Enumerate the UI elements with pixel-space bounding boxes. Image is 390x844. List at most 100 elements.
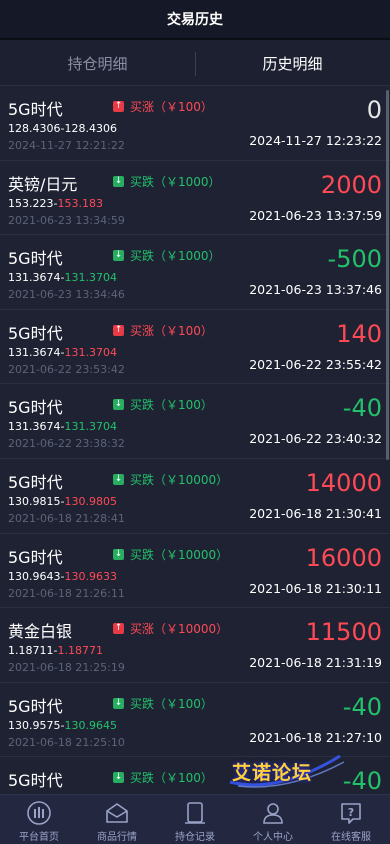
history-record-row[interactable]: 5G时代 ↓ 买跌（￥10000） 130.9815-130.9805 2021-06-… bbox=[0, 458, 390, 534]
open-time: 2021-06-18 21:28:41 bbox=[8, 511, 125, 525]
product-name: 5G时代 bbox=[8, 771, 63, 791]
arrow-up-icon: ↑ bbox=[113, 101, 124, 112]
tab-home[interactable]: 平台首页 bbox=[0, 795, 78, 844]
watermark-text: 艾诺论坛 bbox=[232, 762, 313, 784]
tab-user-center[interactable]: 个人中心 bbox=[234, 795, 312, 844]
tab-online-service[interactable]: ? 在线客服 bbox=[312, 795, 390, 844]
trade-direction-label: 买跌（￥100） bbox=[130, 696, 213, 711]
page-title: 交易历史 bbox=[167, 12, 223, 28]
profit-amount: 16000 bbox=[305, 543, 382, 572]
tab-positions[interactable]: 持仓明细 bbox=[0, 42, 195, 85]
trade-direction-label: 买跌（￥100） bbox=[130, 398, 213, 413]
profit-amount: -40 bbox=[342, 692, 382, 721]
price-range: 131.3674-131.3704 bbox=[8, 346, 117, 359]
trade-direction: ↓ 买跌（￥100） bbox=[113, 396, 213, 413]
history-record-row[interactable]: 5G时代 ↓ 买跌（￥100） 130.9575-130.9645 2021-06-18… bbox=[0, 682, 390, 758]
arrow-down-icon: ↓ bbox=[113, 250, 124, 262]
profit-amount: 11500 bbox=[305, 618, 382, 647]
price-range: 131.3674-131.3704 bbox=[8, 271, 117, 284]
open-time: 2024-11-27 12:21:22 bbox=[8, 139, 125, 152]
product-name: 5G时代 bbox=[8, 472, 63, 492]
profit-amount: 0 bbox=[366, 96, 382, 124]
tab-history[interactable]: 历史明细 bbox=[195, 42, 390, 85]
scrollbar[interactable] bbox=[386, 90, 389, 460]
tab-market[interactable]: 商品行情 bbox=[78, 795, 156, 844]
tab-divider bbox=[195, 52, 196, 76]
product-name: 5G时代 bbox=[8, 100, 63, 119]
open-price: 131.3674 bbox=[8, 420, 61, 434]
close-price: 131.3704 bbox=[64, 420, 117, 434]
open-time: 2021-06-18 21:25:19 bbox=[8, 661, 125, 675]
close-time: 2021-06-18 21:31:19 bbox=[249, 655, 382, 671]
history-record-row[interactable]: 黄金白银 ↑ 买涨（￥10000） 1.18711-1.18771 2021-06-18… bbox=[0, 608, 390, 683]
close-time: 2021-06-18 21:27:10 bbox=[249, 729, 382, 745]
trade-direction-label: 买跌（￥100） bbox=[130, 771, 213, 786]
tab-user-center-label: 个人中心 bbox=[253, 832, 293, 843]
open-price: 130.9815 bbox=[8, 494, 61, 508]
trade-direction: ↓ 买跌（￥10000） bbox=[113, 471, 228, 488]
market-icon bbox=[106, 803, 128, 823]
open-price: 131.3674 bbox=[8, 271, 61, 285]
product-name: 5G时代 bbox=[8, 323, 63, 343]
product-name: 5G时代 bbox=[8, 696, 63, 716]
trade-history-list[interactable]: 5G时代 ↑ 买涨（￥100） 128.4306-128.4306 2024-11-27… bbox=[0, 86, 390, 794]
trade-direction: ↓ 买跌（￥1000） bbox=[113, 247, 221, 264]
bottom-tab-bar: 平台首页 商品行情 持仓记录 个人中心 ? 在线客服 bbox=[0, 794, 390, 844]
trade-direction: ↓ 买跌（￥100） bbox=[113, 769, 213, 786]
arrow-down-icon: ↓ bbox=[113, 175, 124, 187]
trade-direction-label: 买跌（￥1000） bbox=[130, 249, 221, 264]
arrow-up-icon: ↑ bbox=[113, 623, 124, 635]
arrow-down-icon: ↓ bbox=[113, 548, 124, 560]
trade-direction-label: 买涨（￥10000） bbox=[130, 622, 229, 637]
product-name: 5G时代 bbox=[8, 398, 63, 418]
trade-direction: ↑ 买涨（￥100） bbox=[113, 322, 213, 339]
trade-direction-label: 买涨（￥100） bbox=[130, 100, 213, 114]
close-price: 131.3704 bbox=[64, 271, 117, 285]
close-price: 128.4306 bbox=[64, 122, 117, 135]
history-record-row[interactable]: 5G时代 ↑ 买涨（￥100） 128.4306-128.4306 2024-11-27… bbox=[0, 86, 390, 161]
open-price: 131.3674 bbox=[8, 345, 61, 359]
close-price: 130.9633 bbox=[64, 569, 117, 583]
close-price: 130.9645 bbox=[64, 718, 117, 732]
price-range: 153.223-153.183 bbox=[8, 197, 103, 210]
open-time: 2021-06-18 21:26:11 bbox=[8, 586, 125, 600]
trade-direction-label: 买跌（￥1000） bbox=[130, 174, 221, 189]
close-price: 1.18771 bbox=[57, 644, 103, 658]
close-price: 130.9805 bbox=[64, 494, 117, 508]
svg-text:?: ? bbox=[348, 806, 354, 819]
history-record-row[interactable]: 5G时代 ↓ 买跌（￥100） 131.3674-131.3704 2021-06-22… bbox=[0, 384, 390, 459]
close-time: 2021-06-23 13:37:59 bbox=[249, 207, 382, 223]
history-record-row[interactable]: 5G时代 ↓ 买跌（￥10000） 130.9643-130.9633 2021-06-… bbox=[0, 533, 390, 609]
price-range: 131.3674-131.3704 bbox=[8, 420, 117, 433]
trade-direction: ↓ 买跌（￥1000） bbox=[113, 173, 221, 190]
trade-direction-label: 买涨（￥100） bbox=[130, 323, 213, 338]
open-price: 1.18711 bbox=[8, 644, 54, 658]
history-record-row[interactable]: 英镑/日元 ↓ 买跌（￥1000） 153.223-153.183 2021-06-23… bbox=[0, 160, 390, 236]
profit-amount: 2000 bbox=[320, 170, 382, 199]
tab-positions-record[interactable]: 持仓记录 bbox=[156, 795, 234, 844]
user-icon bbox=[263, 803, 283, 824]
close-time: 2021-06-22 23:55:42 bbox=[249, 356, 382, 372]
price-range: 130.9575-130.9645 bbox=[8, 719, 117, 732]
close-price: 153.183 bbox=[57, 196, 103, 210]
product-name: 5G时代 bbox=[8, 547, 63, 567]
history-record-row[interactable]: 5G时代 ↑ 买涨（￥100） 131.3674-131.3704 2021-06-22… bbox=[0, 309, 390, 385]
arrow-down-icon: ↓ bbox=[113, 772, 124, 784]
profit-amount: 140 bbox=[336, 319, 382, 348]
tab-home-label: 平台首页 bbox=[19, 832, 59, 843]
close-price: 131.3704 bbox=[64, 345, 117, 359]
open-time: 2021-06-23 13:34:59 bbox=[8, 213, 125, 227]
trade-direction: ↑ 买涨（￥100） bbox=[113, 98, 213, 115]
open-price: 153.223 bbox=[8, 196, 54, 210]
open-time: 2021-06-22 23:38:32 bbox=[8, 437, 125, 451]
close-time: 2021-06-18 21:30:41 bbox=[249, 505, 382, 521]
product-name: 英镑/日元 bbox=[8, 174, 78, 194]
price-range: 128.4306-128.4306 bbox=[8, 122, 117, 135]
price-range: 130.9815-130.9805 bbox=[8, 495, 117, 508]
price-range: 130.9643-130.9633 bbox=[8, 570, 117, 583]
tab-market-label: 商品行情 bbox=[97, 832, 137, 843]
help-chat-icon: ? bbox=[341, 803, 361, 824]
history-record-row[interactable]: 5G时代 ↓ 买跌（￥1000） 131.3674-131.3704 2021-06-2… bbox=[0, 235, 390, 310]
price-range: 1.18711-1.18771 bbox=[8, 644, 103, 657]
home-logo-icon bbox=[27, 801, 51, 825]
